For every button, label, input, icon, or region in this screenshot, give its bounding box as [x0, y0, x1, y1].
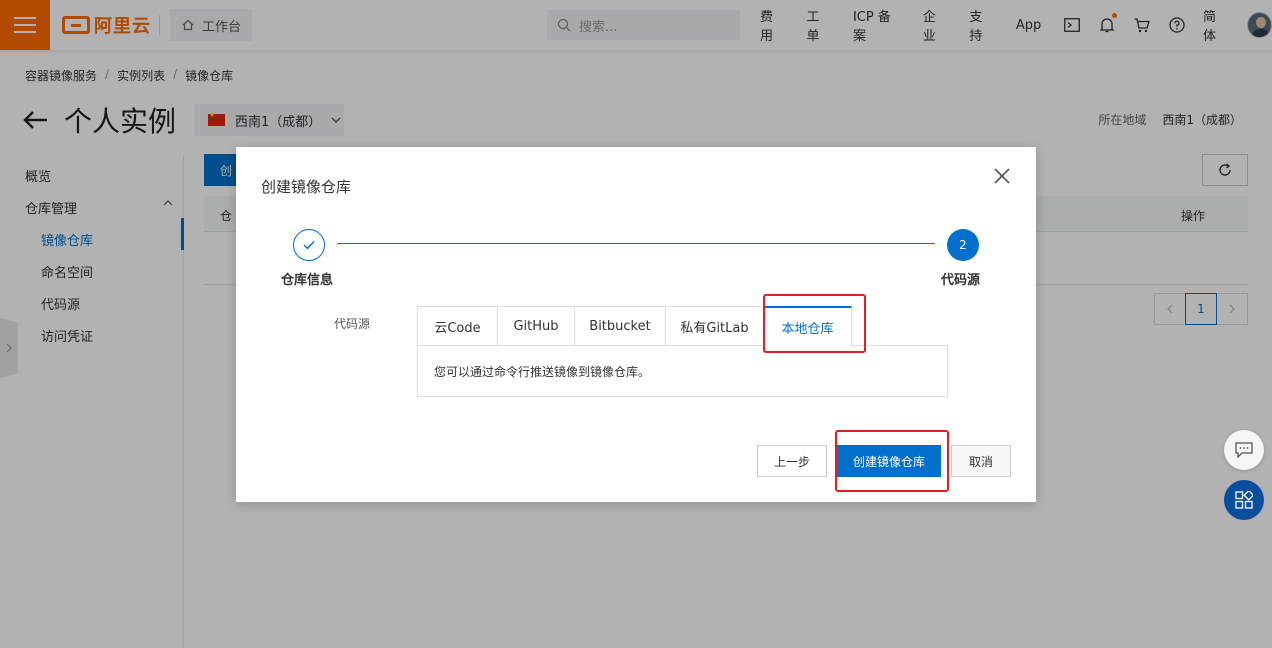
chat-float-button[interactable]	[1224, 430, 1264, 470]
cancel-button[interactable]: 取消	[951, 445, 1011, 477]
create-image-repo-button[interactable]: 创建镜像仓库	[837, 445, 941, 477]
create-repo-dialog: 创建镜像仓库 2 仓库信息 代码源 代码源 云Code GitHub Bitbu…	[236, 147, 1036, 502]
code-source-tabs: 云Code GitHub Bitbucket 私有GitLab 本地仓库	[417, 306, 852, 346]
tab-yun-code[interactable]: 云Code	[417, 306, 498, 345]
step-2-label: 代码源	[941, 273, 981, 288]
dialog-title: 创建镜像仓库	[261, 178, 352, 196]
tab-private-gitlab[interactable]: 私有GitLab	[665, 306, 764, 345]
tab-github[interactable]: GitHub	[497, 306, 575, 345]
tab-description: 您可以通过命令行推送镜像到镜像仓库。	[434, 364, 651, 379]
step-1-done-indicator	[293, 229, 325, 261]
code-source-field-label: 代码源	[334, 317, 371, 331]
tab-local-repo[interactable]: 本地仓库	[763, 306, 852, 346]
apps-grid-icon	[1235, 491, 1253, 509]
previous-step-button[interactable]: 上一步	[757, 445, 827, 477]
check-icon	[303, 241, 315, 250]
step-connector	[337, 243, 935, 244]
chat-icon	[1235, 442, 1253, 458]
tab-bitbucket[interactable]: Bitbucket	[574, 306, 666, 345]
step-1-label: 仓库信息	[281, 273, 334, 288]
apps-float-button[interactable]	[1224, 480, 1264, 520]
step-2-indicator: 2	[947, 229, 979, 261]
tab-panel-local-repo: 您可以通过命令行推送镜像到镜像仓库。	[417, 345, 948, 397]
close-icon[interactable]	[991, 165, 1013, 187]
